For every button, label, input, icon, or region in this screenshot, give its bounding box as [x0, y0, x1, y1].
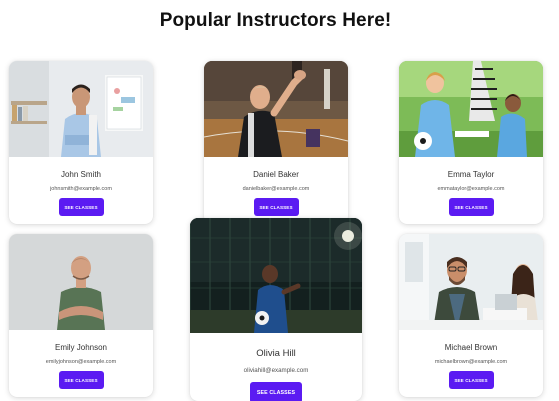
- see-classes-button[interactable]: SEE CLASSES: [448, 198, 494, 216]
- instructor-name: Olivia Hill: [256, 348, 296, 359]
- instructor-photo: [204, 61, 348, 157]
- instructor-photo: [9, 234, 153, 330]
- instructor-name: Emma Taylor: [447, 170, 495, 179]
- see-classes-button[interactable]: SEE CLASSES: [250, 382, 302, 401]
- instructor-card: Michael Brown michaelbrown@example.com S…: [399, 234, 543, 397]
- see-classes-button[interactable]: SEE CLASSES: [448, 371, 494, 389]
- instructor-photo: [190, 218, 362, 333]
- instructor-email: emilyjohnson@example.com: [45, 359, 117, 365]
- see-classes-button[interactable]: SEE CLASSES: [253, 198, 299, 216]
- instructor-name: Michael Brown: [444, 343, 498, 352]
- instructor-name: Emily Johnson: [54, 343, 108, 352]
- instructor-name: John Smith: [60, 170, 102, 179]
- see-classes-button[interactable]: SEE CLASSES: [58, 371, 104, 389]
- see-classes-button[interactable]: SEE CLASSES: [58, 198, 104, 216]
- instructor-card: Emily Johnson emilyjohnson@example.com S…: [9, 234, 153, 397]
- page-title: Popular Instructors Here!: [159, 10, 392, 31]
- instructor-photo: [399, 61, 543, 157]
- instructor-email: michaelbrown@example.com: [434, 359, 508, 365]
- instructor-name: Daniel Baker: [253, 170, 299, 179]
- instructors-page: Popular Instructors Here! John Smith joh…: [0, 0, 559, 401]
- instructor-card: Daniel Baker danielbaker@example.com SEE…: [204, 61, 348, 224]
- instructor-photo: [399, 234, 543, 330]
- instructor-photo: [9, 61, 153, 157]
- instructor-email: oliviahill@example.com: [243, 367, 309, 374]
- instructor-email: johnsmith@example.com: [50, 186, 112, 192]
- instructor-card: John Smith johnsmith@example.com SEE CLA…: [9, 61, 153, 224]
- instructor-email: emmataylor@example.com: [437, 186, 505, 192]
- instructor-card: Emma Taylor emmataylor@example.com SEE C…: [399, 61, 543, 224]
- instructor-card: Olivia Hill oliviahill@example.com SEE C…: [190, 218, 362, 401]
- instructor-email: danielbaker@example.com: [242, 186, 310, 192]
